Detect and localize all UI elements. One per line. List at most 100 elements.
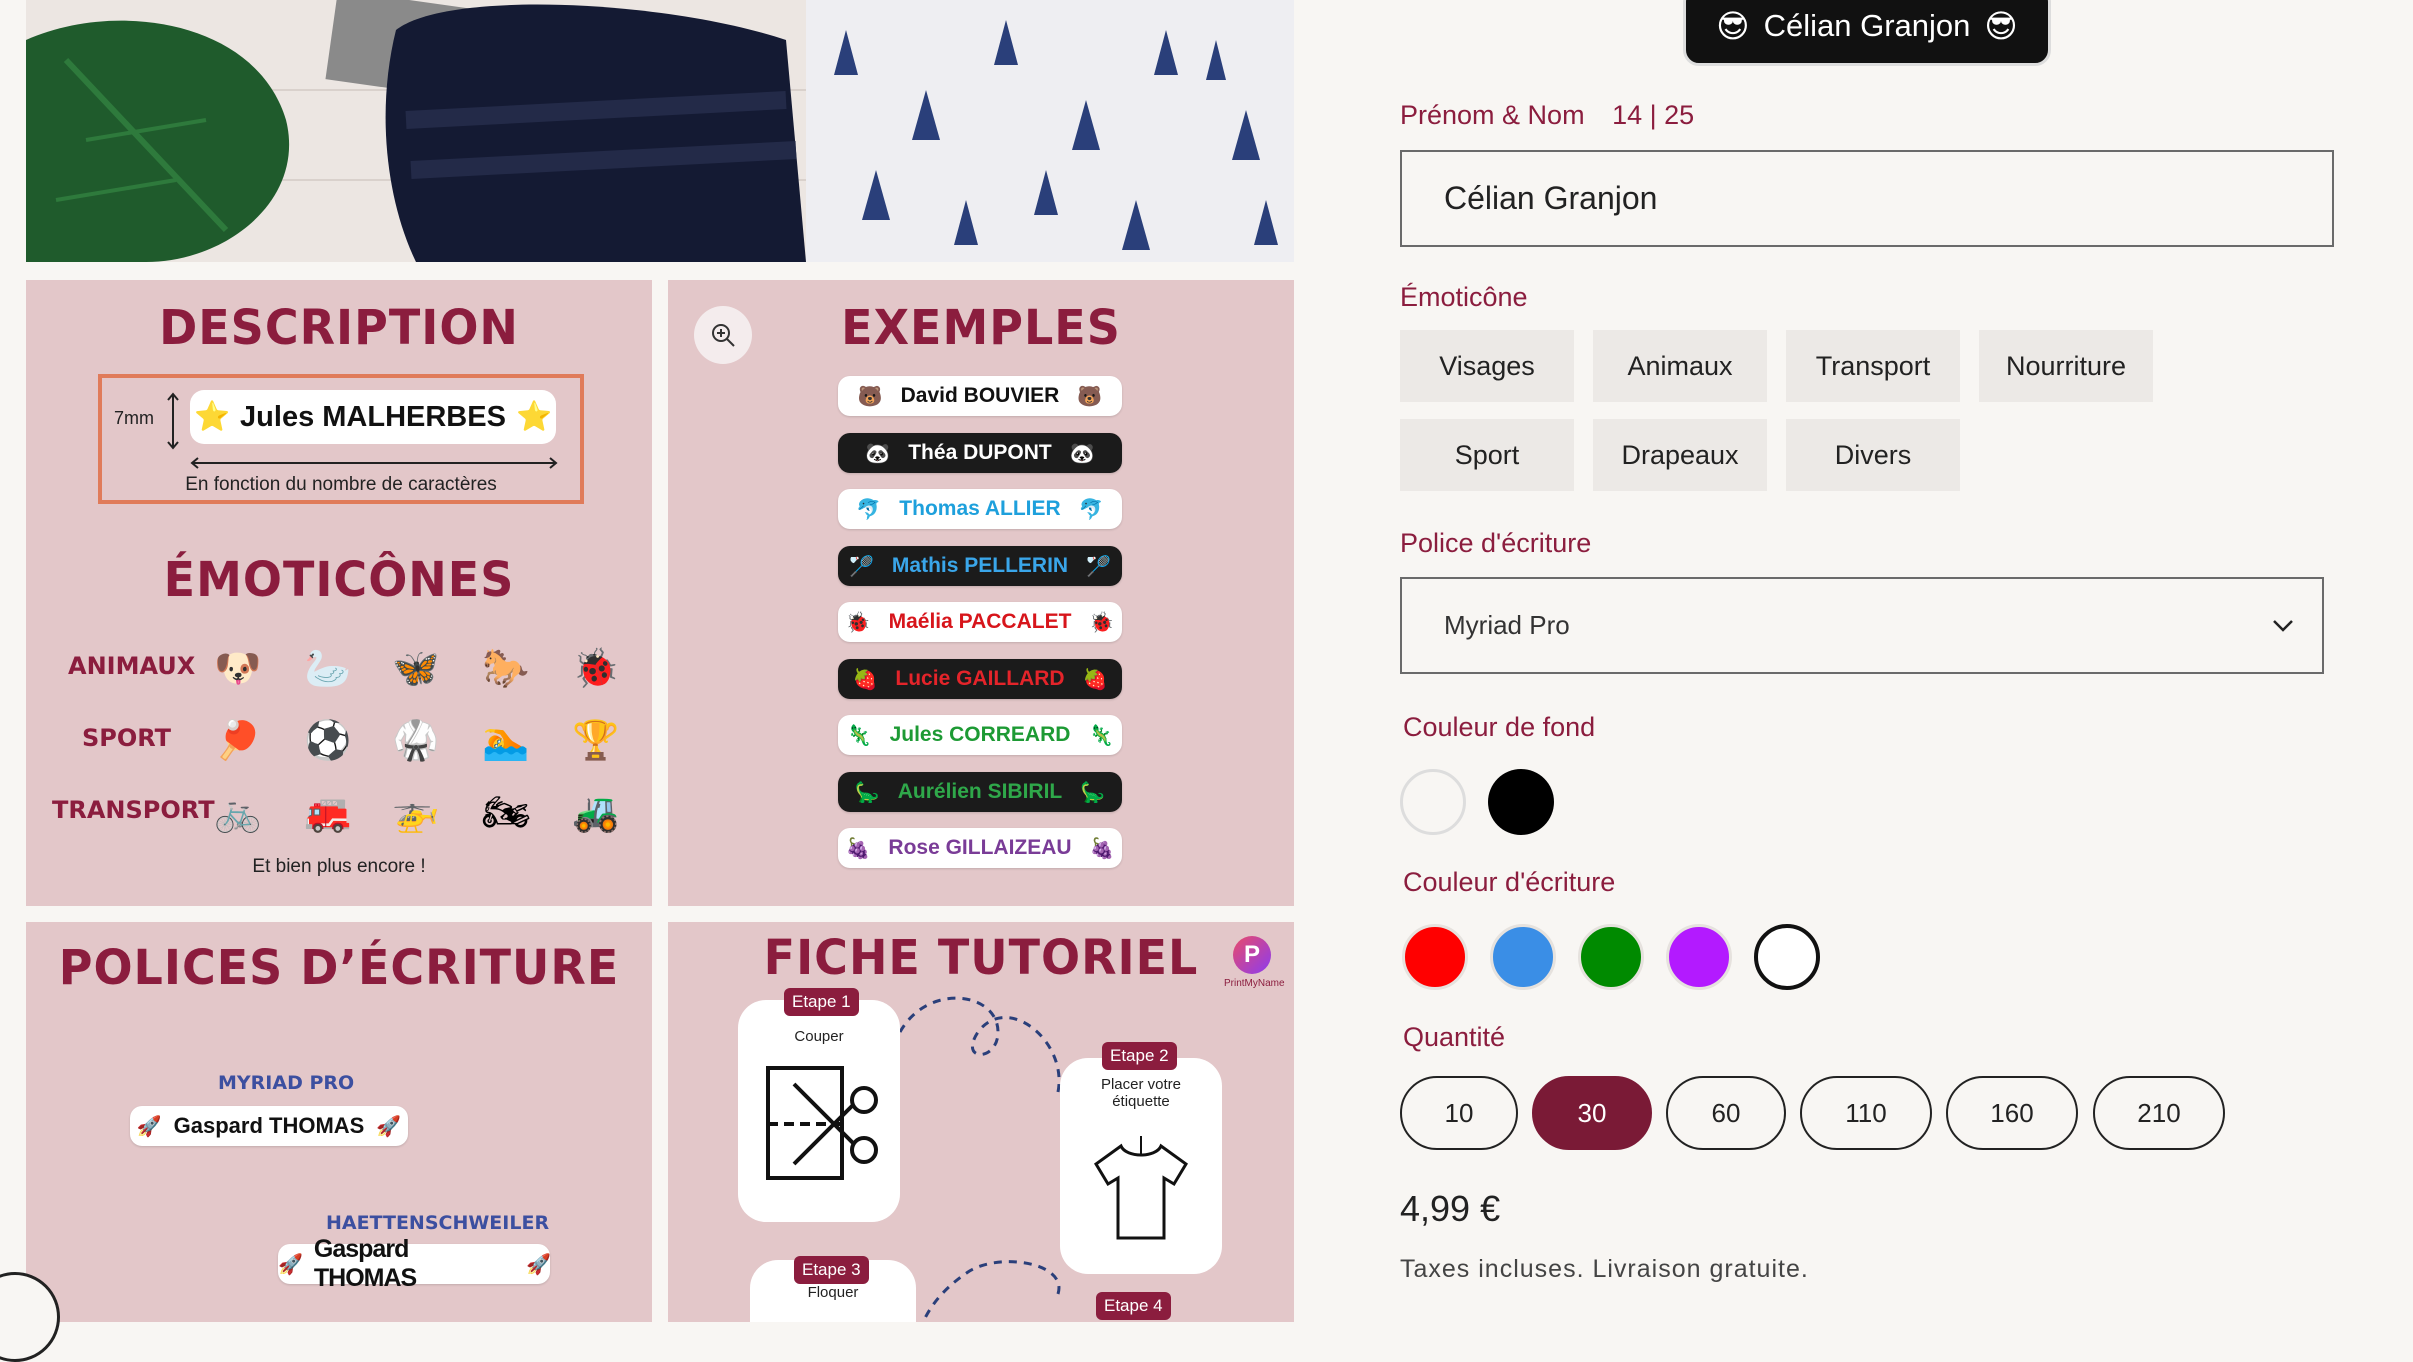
- emoji-icon: 🐼: [865, 440, 891, 465]
- step-desc: Placer votre étiquette: [1100, 1076, 1182, 1110]
- name-label-text: Prénom & Nom: [1400, 100, 1585, 130]
- sample-name: Jules MALHERBES: [240, 400, 506, 433]
- star-icon: ⭐: [515, 401, 553, 433]
- font-sample-myriad: 🚀 Gaspard THOMAS 🚀: [130, 1106, 408, 1146]
- font-sample-text: Gaspard THOMAS: [173, 1113, 365, 1138]
- emoji-icon: 🐞: [1089, 610, 1115, 634]
- step-desc: Floquer: [807, 1284, 859, 1301]
- emoticone-label: Émoticône: [1400, 282, 1528, 312]
- step-desc: Couper: [794, 1028, 844, 1045]
- height-arrow-icon: [167, 392, 179, 450]
- polices-title: POLICES D’ÉCRITURE: [58, 938, 620, 996]
- emoji-icon: 🐼: [1069, 440, 1095, 465]
- width-arrow-icon: [190, 457, 558, 469]
- width-caption: En fonction du nombre de caractères: [185, 474, 497, 495]
- quantity-option[interactable]: 110: [1800, 1076, 1932, 1150]
- emoticone-tab[interactable]: Visages: [1400, 330, 1574, 402]
- preview-name: Célian Granjon: [1763, 8, 1971, 43]
- chevron-down-icon: [2273, 620, 2293, 632]
- bg-color-swatch[interactable]: [1488, 769, 1554, 835]
- rocket-icon: 🚀: [136, 1114, 162, 1138]
- bg-color-swatch[interactable]: [1400, 769, 1466, 835]
- text-color-label: Couleur d'écriture: [1403, 867, 1616, 897]
- example-label: 🏸 Mathis PELLERIN 🏸: [838, 545, 1122, 586]
- emoji-icon: 🏸: [849, 553, 874, 578]
- emoticone-icon: 🥋: [392, 718, 440, 762]
- example-name: Maélia PACCALET: [888, 610, 1072, 633]
- example-label: 🦕 Aurélien SIBIRIL 🦕: [838, 771, 1122, 812]
- example-label: 🍓 Lucie GAILLARD 🍓: [838, 658, 1122, 699]
- emoticone-tab[interactable]: Drapeaux: [1593, 419, 1767, 491]
- example-label: 🦎 Jules CORREARD 🦎: [838, 715, 1122, 755]
- emoticone-icon: 🏆: [572, 718, 620, 762]
- example-name: David BOUVIER: [900, 384, 1060, 407]
- name-label: Prénom & Nom 14 | 25: [1400, 100, 1694, 131]
- quantity-option[interactable]: 10: [1400, 1076, 1518, 1150]
- emoticone-tab[interactable]: Transport: [1786, 330, 1960, 402]
- example-name: Thomas ALLIER: [899, 497, 1061, 520]
- emoji-icon: 🐬: [1078, 497, 1104, 521]
- text-color-swatch[interactable]: [1666, 924, 1732, 990]
- example-label: 🐼 Théa DUPONT 🐼: [838, 432, 1122, 473]
- example-name: Jules CORREARD: [889, 723, 1071, 746]
- emoji-icon: 🐞: [845, 610, 871, 634]
- polices-panel[interactable]: POLICES D’ÉCRITURE MYRIAD PRO 🚀 Gaspard …: [26, 922, 652, 1322]
- step-2-card: Placer votre étiquette: [1060, 1058, 1222, 1274]
- tutoriel-panel[interactable]: FICHE TUTORIEL P PrintMyName Couper Etap…: [668, 922, 1294, 1322]
- emoji-icon: 🐻: [1077, 384, 1103, 408]
- quantity-option[interactable]: 210: [2093, 1076, 2225, 1150]
- quantity-option[interactable]: 30: [1532, 1076, 1652, 1150]
- text-color-swatch[interactable]: [1578, 924, 1644, 990]
- quantity-option[interactable]: 60: [1666, 1076, 1786, 1150]
- rocket-icon: 🚀: [278, 1252, 303, 1276]
- emoticone-icon: 🐶: [214, 646, 262, 690]
- emoticone-icon: 🚒: [304, 790, 352, 834]
- text-color-swatch[interactable]: [1490, 924, 1556, 990]
- quantity-option[interactable]: 160: [1946, 1076, 2078, 1150]
- exemples-title: EXEMPLES: [841, 298, 1121, 356]
- emoji-icon: 🍓: [852, 666, 878, 691]
- emoticone-icon: 🚁: [392, 790, 440, 834]
- rocket-icon: 🚀: [376, 1114, 402, 1138]
- example-label: 🐻 David BOUVIER 🐻: [838, 376, 1122, 416]
- emoji-icon: 🏸: [1086, 553, 1111, 578]
- product-photo[interactable]: [26, 0, 1294, 262]
- preview-label: 😎 Célian Granjon 😎: [1683, 0, 2051, 66]
- font-select-value: Myriad Pro: [1444, 610, 1570, 640]
- emoticone-tab[interactable]: Sport: [1400, 419, 1574, 491]
- font-label-myriad: MYRIAD PRO: [218, 1072, 355, 1094]
- price: 4,99 €: [1400, 1188, 1501, 1229]
- example-name: Aurélien SIBIRIL: [897, 779, 1063, 803]
- emoticone-row-label: TRANSPORT: [52, 796, 215, 824]
- emoticone-tab[interactable]: Animaux: [1593, 330, 1767, 402]
- description-panel[interactable]: DESCRIPTION 7mm ⭐ Jules MALHERBES ⭐ En f…: [26, 280, 652, 906]
- tax-note: Taxes incluses. Livraison gratuite.: [1400, 1255, 1809, 1283]
- name-input[interactable]: Célian Granjon: [1400, 150, 2334, 247]
- emoticone-icon: 🚲: [214, 790, 262, 834]
- example-name: Lucie GAILLARD: [895, 666, 1065, 690]
- example-label: 🐞 Maélia PACCALET 🐞: [838, 602, 1122, 642]
- char-counter: 14 | 25: [1612, 100, 1695, 130]
- emoticone-row-label: SPORT: [82, 724, 172, 752]
- emoticone-icon: 🏍: [481, 790, 531, 834]
- font-select[interactable]: Myriad Pro: [1400, 577, 2324, 674]
- emoticone-icon: 🦋: [392, 646, 440, 690]
- exemples-panel[interactable]: EXEMPLES 🐻 David BOUVIER 🐻 🐼 Théa DUPONT 🐼 🐬 Th…: [668, 280, 1294, 906]
- step-3-tag: Etape 3: [794, 1256, 869, 1284]
- emoticone-icon: 🐎: [482, 646, 530, 690]
- emoticone-icon: 🐞: [572, 646, 620, 690]
- bg-color-label: Couleur de fond: [1403, 712, 1596, 742]
- text-color-swatch[interactable]: [1754, 924, 1820, 990]
- text-color-swatch[interactable]: [1402, 924, 1468, 990]
- emoticone-tab[interactable]: Divers: [1786, 419, 1960, 491]
- example-name: Mathis PELLERIN: [891, 553, 1069, 577]
- emoticones-footer: Et bien plus encore !: [252, 856, 426, 877]
- emoji-icon: 🍓: [1082, 666, 1108, 691]
- description-title: DESCRIPTION: [159, 298, 519, 356]
- font-label: Police d'écriture: [1400, 528, 1592, 558]
- tshirt-icon: [1094, 1136, 1188, 1240]
- emoticone-tab[interactable]: Nourriture: [1979, 330, 2153, 402]
- emoticones-title: ÉMOTICÔNES: [163, 550, 515, 608]
- scissors-icon: [766, 1066, 878, 1180]
- font-sample-text: Gaspard THOMAS: [313, 1235, 417, 1292]
